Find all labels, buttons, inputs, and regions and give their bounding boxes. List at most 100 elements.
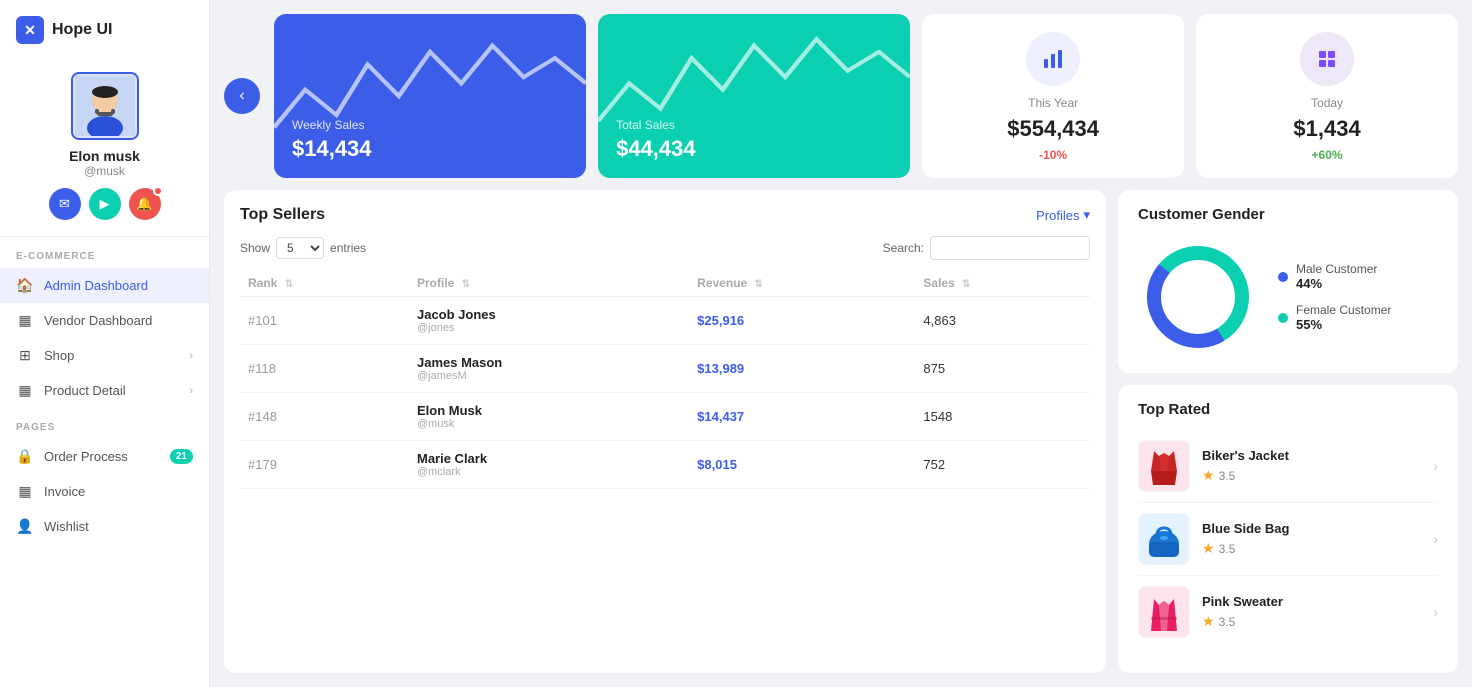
chevron-right-icon: › (1433, 531, 1438, 547)
this-year-value: $554,434 (1007, 116, 1099, 142)
female-label: Female Customer (1296, 303, 1391, 317)
total-sales-card: Total Sales $44,434 (598, 14, 910, 178)
rated-stars: ★ 3.5 (1202, 467, 1421, 484)
rank-cell: #179 (240, 441, 409, 489)
chevron-right-icon: › (1433, 604, 1438, 620)
home-icon: 🏠 (16, 277, 34, 294)
main-content: ‹ Weekly Sales $14,434 Total Sales (210, 0, 1472, 687)
sidebar-item-label: Vendor Dashboard (44, 313, 193, 328)
table-row: #148 Elon Musk @musk $14,437 1548 (240, 393, 1090, 441)
profile-name: Elon musk (69, 148, 140, 164)
rated-list: Biker's Jacket ★ 3.5 › Blue Side Bag ★ 3… (1138, 430, 1438, 648)
gender-title: Customer Gender (1138, 206, 1438, 223)
top-area: ‹ Weekly Sales $14,434 Total Sales (210, 0, 1472, 190)
top-rated-card: Top Rated Biker's Jacket ★ 3.5 › Blue Si… (1118, 385, 1458, 673)
profile-cell: Elon Musk @musk (409, 393, 689, 441)
sales-cell: 875 (915, 345, 1090, 393)
section-label-pages: PAGES (0, 408, 209, 439)
email-button[interactable]: ✉ (49, 188, 81, 220)
col-sales: Sales ⇅ (915, 270, 1090, 297)
rated-item[interactable]: Blue Side Bag ★ 3.5 › (1138, 503, 1438, 576)
rank-cell: #148 (240, 393, 409, 441)
profile-cell: Jacob Jones @jones (409, 297, 689, 345)
rated-info: Biker's Jacket ★ 3.5 (1202, 448, 1421, 484)
star-icon: ★ (1202, 613, 1215, 630)
table-row: #101 Jacob Jones @jones $25,916 4,863 (240, 297, 1090, 345)
stats-row: Weekly Sales $14,434 Total Sales $44,434 (274, 14, 1458, 178)
col-profile: Profile ⇅ (409, 270, 689, 297)
rated-item[interactable]: Pink Sweater ★ 3.5 › (1138, 576, 1438, 648)
sellers-table: Rank ⇅ Profile ⇅ Revenue ⇅ Sales (240, 270, 1090, 489)
sidebar-item-admin-dashboard[interactable]: 🏠 Admin Dashboard (0, 268, 209, 303)
table-row: #179 Marie Clark @mclark $8,015 752 (240, 441, 1090, 489)
star-icon: ★ (1202, 540, 1215, 557)
revenue-cell: $14,437 (689, 393, 915, 441)
sellers-card: Top Sellers Profiles ▾ Show 5 10 25 entr… (224, 190, 1106, 673)
chevron-right-icon: › (1433, 458, 1438, 474)
rated-info: Blue Side Bag ★ 3.5 (1202, 521, 1421, 557)
sidebar-item-shop[interactable]: ⊞ Shop › (0, 338, 209, 373)
invoice-icon: ▦ (16, 483, 34, 500)
table-row: #118 James Mason @jamesM $13,989 875 (240, 345, 1090, 393)
sidebar-item-order-process[interactable]: 🔒 Order Process 21 (0, 439, 209, 474)
profile-cell: Marie Clark @mclark (409, 441, 689, 489)
bottom-area: Top Sellers Profiles ▾ Show 5 10 25 entr… (210, 190, 1472, 687)
gender-legend: Male Customer 44% Female Customer 55% (1278, 262, 1391, 332)
show-entries: Show 5 10 25 entries (240, 237, 366, 259)
arrow-icon: › (189, 350, 193, 362)
sort-icon: ⇅ (285, 279, 293, 290)
order-badge: 21 (170, 449, 193, 464)
sidebar-item-label: Wishlist (44, 519, 193, 534)
sidebar-item-product-detail[interactable]: ▦ Product Detail › (0, 373, 209, 408)
today-change: +60% (1312, 148, 1343, 162)
rated-stars: ★ 3.5 (1202, 613, 1421, 630)
rated-item[interactable]: Biker's Jacket ★ 3.5 › (1138, 430, 1438, 503)
entries-label: entries (330, 241, 366, 255)
rated-name: Biker's Jacket (1202, 448, 1421, 463)
shop-icon: ⊞ (16, 347, 34, 364)
profiles-button[interactable]: Profiles ▾ (1036, 207, 1090, 223)
sort-icon: ⇅ (755, 279, 763, 290)
revenue-cell: $25,916 (689, 297, 915, 345)
wishlist-icon: 👤 (16, 518, 34, 535)
product-icon: ▦ (16, 382, 34, 399)
weekly-sales-label: Weekly Sales (292, 118, 568, 132)
donut-chart (1138, 237, 1258, 357)
logo-icon: ✕ (16, 16, 44, 44)
female-legend: Female Customer 55% (1278, 303, 1391, 332)
sidebar-item-vendor-dashboard[interactable]: ▦ Vendor Dashboard (0, 303, 209, 338)
gender-content: Male Customer 44% Female Customer 55% (1138, 237, 1438, 357)
male-dot (1278, 272, 1288, 282)
star-rating: 3.5 (1219, 469, 1236, 483)
right-panel: Customer Gender (1118, 190, 1458, 673)
sidebar-logo: ✕ Hope UI (0, 16, 209, 60)
play-button[interactable]: ▶ (89, 188, 121, 220)
rank-cell: #101 (240, 297, 409, 345)
sidebar-profile: Elon musk @musk ✉ ▶ 🔔 (0, 60, 209, 237)
profile-cell: James Mason @jamesM (409, 345, 689, 393)
entries-select[interactable]: 5 10 25 (276, 237, 324, 259)
sales-cell: 4,863 (915, 297, 1090, 345)
sidebar-item-label: Invoice (44, 484, 193, 499)
rated-stars: ★ 3.5 (1202, 540, 1421, 557)
sidebar-item-wishlist[interactable]: 👤 Wishlist (0, 509, 209, 544)
sidebar-item-label: Admin Dashboard (44, 278, 193, 293)
vendor-icon: ▦ (16, 312, 34, 329)
notification-button[interactable]: 🔔 (129, 188, 161, 220)
col-revenue: Revenue ⇅ (689, 270, 915, 297)
back-button[interactable]: ‹ (224, 78, 260, 114)
lock-icon: 🔒 (16, 448, 34, 465)
today-card: Today $1,434 +60% (1196, 14, 1458, 178)
section-label-ecommerce: E-COMMERCE (0, 237, 209, 268)
show-label: Show (240, 241, 270, 255)
this-year-card: This Year $554,434 -10% (922, 14, 1184, 178)
male-legend: Male Customer 44% (1278, 262, 1391, 291)
sales-cell: 1548 (915, 393, 1090, 441)
top-rated-title: Top Rated (1138, 401, 1438, 418)
search-input[interactable] (930, 236, 1090, 260)
female-dot (1278, 313, 1288, 323)
weekly-sales-value: $14,434 (292, 136, 568, 162)
sidebar-item-invoice[interactable]: ▦ Invoice (0, 474, 209, 509)
sidebar-item-label: Order Process (44, 449, 160, 464)
arrow-icon: › (189, 385, 193, 397)
